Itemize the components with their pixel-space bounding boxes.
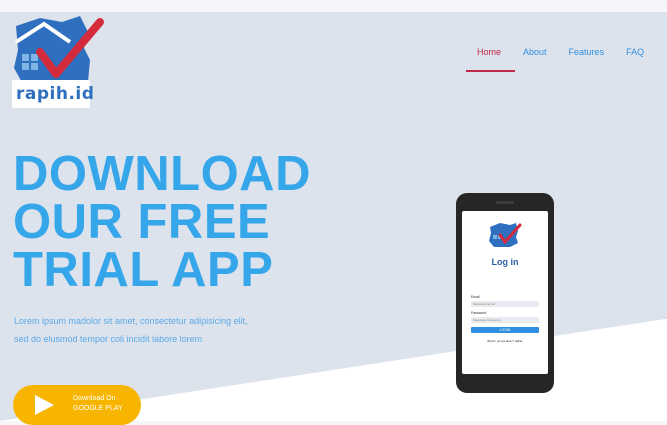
google-play-button[interactable]: Download On GOOGLE PLAY — [13, 385, 141, 425]
screen-password-label: Password — [471, 311, 487, 315]
screen-login-title: Log in — [491, 257, 519, 267]
nav-about[interactable]: About — [512, 47, 558, 57]
screen-logo-icon — [489, 223, 522, 247]
phone-speaker — [496, 201, 514, 204]
store-button-line1: Download On — [73, 395, 116, 402]
main-nav: Home About Features FAQ — [466, 47, 655, 57]
nav-faq[interactable]: FAQ — [615, 47, 655, 57]
screen-password-input[interactable]: Masukkan Password — [471, 317, 539, 323]
screen-login-button[interactable]: LOGIN — [471, 327, 539, 333]
logo-text: rapih.id — [16, 84, 95, 104]
hero-description: Lorem ipsum madolor sit amet, consectetu… — [14, 316, 248, 344]
headline-line-1: DOWNLOAD — [13, 147, 311, 201]
screen-email-input[interactable]: Masukkan Email — [471, 301, 539, 307]
screen-email-label: Email — [471, 295, 480, 299]
phone-screen: Log in Email Masukkan Email Password Mas… — [462, 211, 548, 374]
headline-line-2: OUR FREE — [13, 195, 271, 249]
screen-footer-text: Belum punya akun? daftar — [487, 339, 523, 343]
hero-headline: DOWNLOAD OUR FREE TRIAL APP — [13, 147, 311, 297]
brand-logo[interactable]: rapih.id — [10, 12, 106, 112]
headline-line-3: TRIAL APP — [13, 243, 274, 297]
nav-active-underline — [466, 70, 515, 72]
store-button-line2: GOOGLE PLAY — [73, 405, 123, 412]
phone-mockup: Log in Email Masukkan Email Password Mas… — [456, 193, 554, 393]
nav-home[interactable]: Home — [466, 47, 512, 57]
play-icon — [35, 395, 54, 415]
nav-features[interactable]: Features — [558, 47, 616, 57]
store-button-text: Download On GOOGLE PLAY — [73, 394, 123, 414]
